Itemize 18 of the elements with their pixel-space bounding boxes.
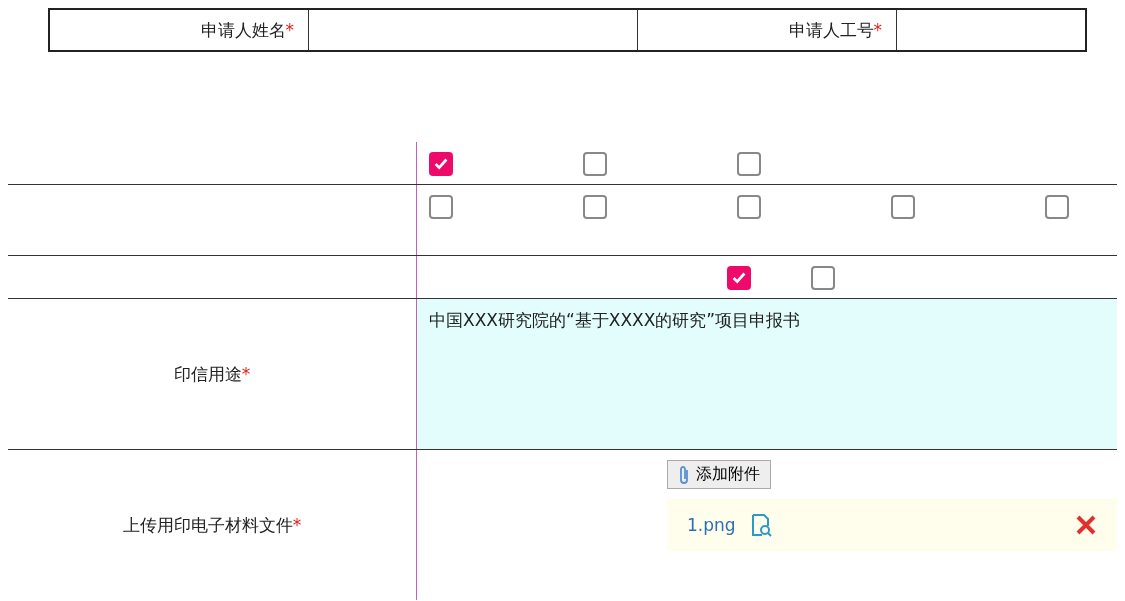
checkbox[interactable] bbox=[811, 266, 835, 290]
field-label: 印信用途* bbox=[173, 362, 251, 386]
preview-icon[interactable] bbox=[749, 513, 772, 537]
add-attachment-button[interactable]: 添加附件 bbox=[667, 460, 771, 489]
checkbox[interactable] bbox=[891, 195, 915, 219]
checkbox[interactable] bbox=[737, 152, 761, 176]
paperclip-icon bbox=[678, 464, 690, 485]
text-area[interactable]: 中国XXX研究院的“基于XXXX的研究”项目申报书 bbox=[417, 299, 1117, 449]
checkbox[interactable] bbox=[583, 152, 607, 176]
checkbox[interactable] bbox=[727, 266, 751, 290]
delete-icon[interactable] bbox=[1075, 514, 1097, 536]
file-link[interactable]: 1.png bbox=[687, 515, 736, 535]
checkbox[interactable] bbox=[583, 195, 607, 219]
field-label: 上传用印电子材料文件* bbox=[122, 513, 302, 537]
checkbox[interactable] bbox=[429, 195, 453, 219]
checkbox[interactable] bbox=[737, 195, 761, 219]
checkbox[interactable] bbox=[429, 152, 453, 176]
checkbox[interactable] bbox=[1045, 195, 1069, 219]
